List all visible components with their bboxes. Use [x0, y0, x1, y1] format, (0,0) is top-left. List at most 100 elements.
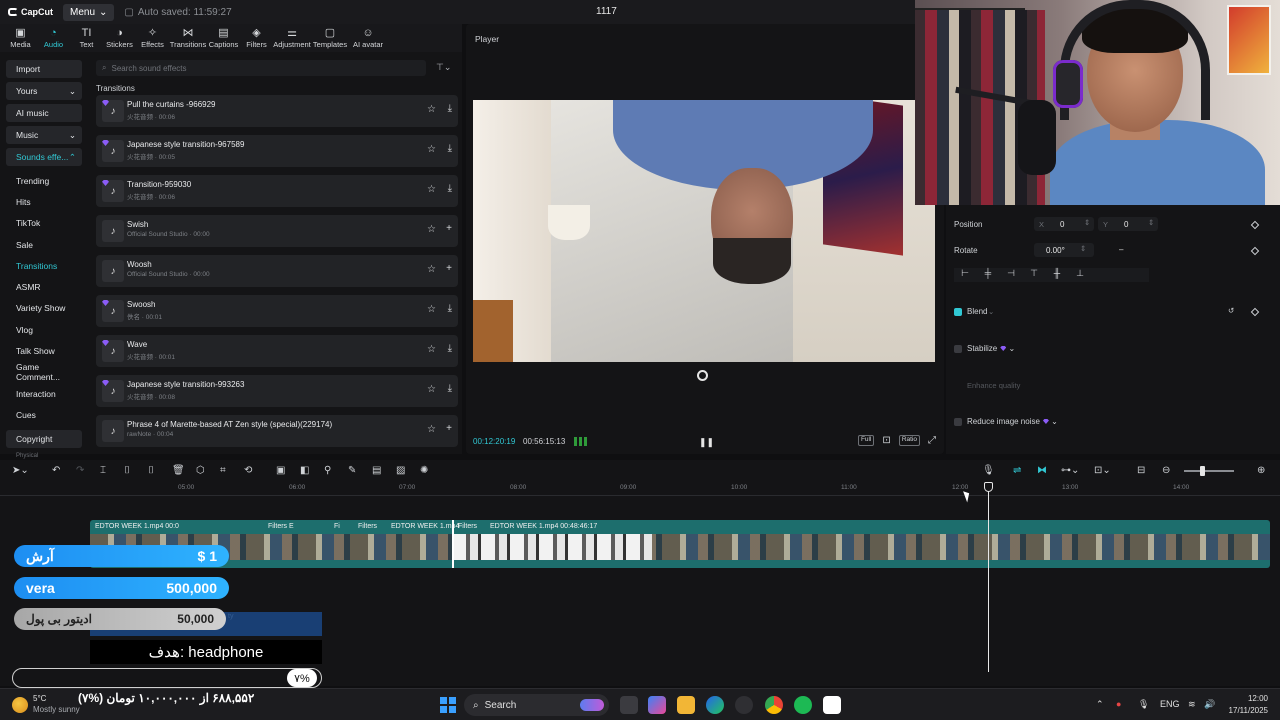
category-asmr[interactable]: ASMR — [6, 276, 82, 297]
download-icon[interactable]: ⤓ — [448, 343, 452, 354]
undo-icon[interactable]: ↶ — [52, 465, 60, 476]
sound-item[interactable]: ♪ Pull the curtains -966929 火花音频 · 00:06 ☆ ⤓ — [96, 95, 458, 127]
taskbar-search[interactable]: ⌕ Search — [464, 694, 609, 716]
tab-stickers[interactable]: ◑ Stickers — [103, 24, 136, 52]
tab-media[interactable]: ▣ Media — [4, 24, 37, 52]
tray-mic-icon[interactable]: 🎙 — [1138, 699, 1149, 710]
download-icon[interactable]: ⤓ — [448, 103, 452, 114]
delete-icon[interactable]: 🗑 — [172, 465, 185, 476]
microphone-icon[interactable]: 🎙 — [982, 465, 995, 476]
category-music[interactable]: Music ⌄ — [6, 126, 82, 144]
category-import[interactable]: Import — [6, 60, 82, 78]
favorite-star-icon[interactable]: ☆ — [427, 184, 436, 195]
add-icon[interactable]: + — [446, 263, 452, 274]
sound-item[interactable]: ♪ Japanese style transition-967589 火花音频 · … — [96, 135, 458, 167]
search-input[interactable]: ⌕ Search sound effects — [96, 60, 426, 76]
category-cues[interactable]: Cues — [6, 404, 82, 425]
stepper-icon[interactable]: ⇕ — [1084, 218, 1090, 227]
taskbar-clock[interactable]: 12:00 17/11/2025 — [1229, 693, 1268, 717]
copyright-button[interactable]: Copyright — [6, 429, 82, 448]
menu-button[interactable]: Menu ⌄ — [63, 3, 115, 21]
download-icon[interactable]: ⤓ — [448, 143, 452, 154]
filter-sort-icon[interactable]: ⊤⌄ — [436, 62, 451, 73]
favorite-star-icon[interactable]: ☆ — [427, 144, 436, 155]
caption-track-icon[interactable]: ⊟ — [1137, 465, 1145, 476]
keyframe-icon[interactable] — [1250, 246, 1260, 256]
stepper-icon[interactable]: ⇕ — [1148, 218, 1154, 227]
volume-icon[interactable]: 🔊 — [1204, 699, 1215, 710]
category-sale[interactable]: Sale — [6, 234, 82, 255]
favorite-star-icon[interactable]: ☆ — [427, 104, 436, 115]
main-track-magnet-icon[interactable]: ⇌ — [1013, 465, 1021, 476]
zoom-slider[interactable] — [1184, 470, 1234, 472]
fullscreen-icon[interactable]: ⤢ — [928, 435, 936, 446]
tab-text[interactable]: TI Text — [70, 24, 103, 52]
align-top-icon[interactable]: ⊤ — [1027, 268, 1041, 282]
split-icon[interactable]: ⌶ — [100, 465, 106, 476]
full-quality-button[interactable]: Full — [857, 435, 875, 446]
speed-icon[interactable]: ✺ — [420, 465, 428, 476]
weather-sun-icon[interactable] — [12, 697, 28, 713]
stepper-icon[interactable]: ⇕ — [1080, 244, 1086, 253]
category-ai-music[interactable]: AI music — [6, 104, 82, 122]
crop-icon[interactable]: ⌗ — [220, 465, 226, 476]
tab-audio[interactable]: ◔ Audio — [37, 24, 70, 52]
align-left-icon[interactable]: ⊢ — [958, 268, 972, 282]
playhead[interactable] — [988, 482, 989, 672]
stabilize-checkbox[interactable] — [954, 345, 962, 353]
copilot-icon[interactable] — [648, 696, 666, 714]
add-icon[interactable]: + — [446, 423, 452, 434]
selected-clip-edge[interactable] — [452, 520, 454, 568]
sound-item[interactable]: ♪ Swish Official Sound Studio · 00:00 ☆ + — [96, 215, 458, 247]
favorite-star-icon[interactable]: ☆ — [427, 304, 436, 315]
capcut-taskbar-icon[interactable] — [823, 696, 841, 714]
reset-icon[interactable]: ↺ — [1228, 306, 1234, 315]
category-yours[interactable]: Yours ⌄ — [6, 82, 82, 100]
tab-effects[interactable]: ✧ Effects — [136, 24, 169, 52]
align-center-h-icon[interactable]: ╪ — [981, 268, 995, 282]
category-physical[interactable]: Physical — [6, 452, 82, 460]
sound-item[interactable]: ♪ Japanese style transition-993263 火花音频 · … — [96, 375, 458, 407]
ratio-button[interactable]: Ratio — [898, 435, 920, 446]
spotify-icon[interactable] — [794, 696, 812, 714]
cutout-icon[interactable]: ⚲ — [324, 465, 331, 476]
category-game-commentary[interactable]: Game Comment... — [6, 362, 82, 383]
sound-item[interactable]: ♪ Phrase 4 of Marette-based AT Zen style … — [96, 415, 458, 447]
split-left-icon[interactable]: ⌷ — [124, 465, 130, 476]
category-tiktok[interactable]: TikTok — [6, 213, 82, 234]
mask-icon[interactable]: ⬡ — [196, 465, 205, 476]
add-icon[interactable]: + — [446, 223, 452, 234]
sound-item[interactable]: ♪ Swoosh 佚名 · 00:01 ☆ ⤓ — [96, 295, 458, 327]
category-hits[interactable]: Hits — [6, 191, 82, 212]
download-icon[interactable]: ⤓ — [448, 383, 452, 394]
sound-item[interactable]: ♪ Transition-959030 火花音频 · 00:06 ☆ ⤓ — [96, 175, 458, 207]
project-title[interactable]: 1117 — [596, 6, 617, 17]
tray-app-icon[interactable]: ● — [1116, 699, 1121, 709]
favorite-star-icon[interactable]: ☆ — [427, 344, 436, 355]
wifi-icon[interactable]: ≋ — [1188, 699, 1196, 710]
category-variety-show[interactable]: Variety Show — [6, 298, 82, 319]
language-indicator[interactable]: ENG — [1160, 699, 1180, 709]
clip-thumbnails-selected[interactable] — [452, 534, 652, 560]
align-bottom-icon[interactable]: ⊥ — [1073, 268, 1087, 282]
link-icon[interactable]: ⊶⌄ — [1061, 465, 1079, 476]
ai-edit-icon[interactable]: ✎ — [348, 465, 356, 476]
reduce-noise-checkbox[interactable] — [954, 418, 962, 426]
category-trending[interactable]: Trending — [6, 170, 82, 191]
file-explorer-icon[interactable] — [677, 696, 695, 714]
sound-item[interactable]: ♪ Woosh Official Sound Studio · 00:00 ☆ + — [96, 255, 458, 287]
redo-icon[interactable]: ↷ — [76, 465, 84, 476]
windows-start-icon[interactable] — [440, 697, 456, 713]
video-preview[interactable] — [473, 100, 935, 362]
download-icon[interactable]: ⤓ — [448, 303, 452, 314]
favorite-star-icon[interactable]: ☆ — [427, 424, 436, 435]
select-cursor-icon[interactable]: ➤⌄ — [12, 465, 29, 476]
favorite-star-icon[interactable]: ☆ — [427, 264, 436, 275]
favorite-star-icon[interactable]: ☆ — [427, 224, 436, 235]
caption-icon[interactable]: ▤ — [372, 465, 381, 476]
mirror-icon[interactable]: ◧ — [300, 465, 309, 476]
rotate-flip-button[interactable]: – — [1119, 245, 1123, 254]
keyframe-icon[interactable] — [1250, 307, 1260, 317]
chrome-icon[interactable] — [765, 696, 783, 714]
align-right-icon[interactable]: ⊣ — [1004, 268, 1018, 282]
